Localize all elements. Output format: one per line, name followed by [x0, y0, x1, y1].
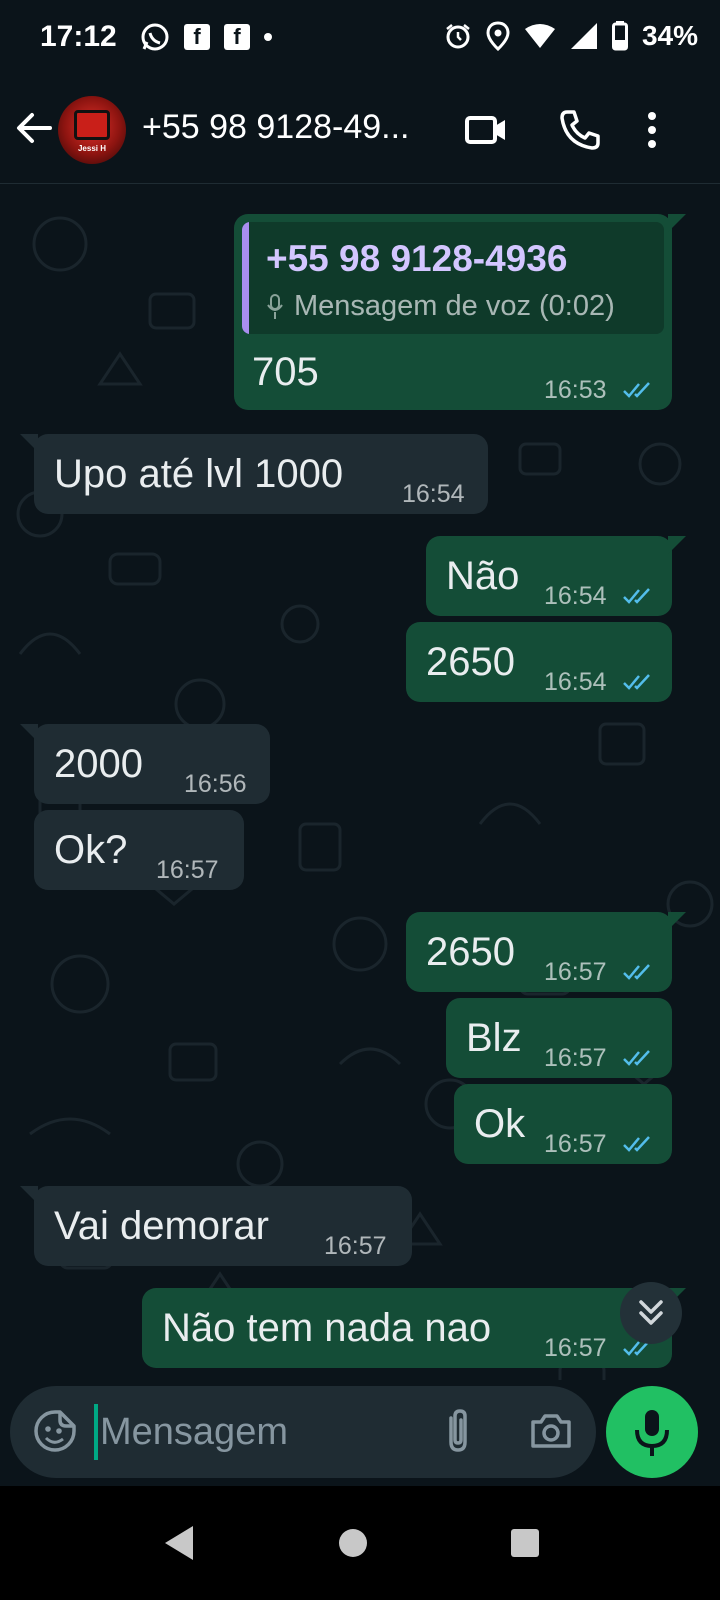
message-bubble-incoming[interactable]: Ok? 16:57	[34, 810, 244, 890]
message-bubble-outgoing[interactable]: Ok 16:57	[454, 1084, 672, 1164]
message-text: Não	[446, 554, 520, 598]
message-text: 2000	[54, 742, 143, 786]
message-bubble-incoming[interactable]: Upo até lvl 1000 16:54	[20, 434, 488, 514]
nav-back-icon[interactable]	[145, 1508, 215, 1578]
dot-icon	[264, 33, 272, 41]
quoted-message[interactable]: +55 98 9128-4936 Mensagem de voz (0:02)	[242, 222, 664, 334]
quote-accent-bar	[242, 222, 249, 334]
more-vert-icon[interactable]	[640, 108, 664, 152]
message-text: Ok?	[54, 828, 128, 872]
video-call-icon[interactable]	[464, 108, 508, 152]
message-time: 16:57	[544, 1044, 607, 1072]
message-time: 16:54	[544, 582, 607, 610]
message-text: Ok	[474, 1102, 526, 1146]
message-text: Vai demorar	[54, 1204, 269, 1248]
message-bubble-outgoing[interactable]: Blz 16:57	[446, 998, 672, 1078]
message-text: Blz	[466, 1016, 522, 1060]
message-list[interactable]: +55 98 9128-4936 Mensagem de voz (0:02) …	[0, 184, 720, 1380]
status-bar: 17:12 f f 34%	[0, 0, 720, 78]
back-arrow-icon[interactable]	[14, 108, 54, 148]
scroll-to-bottom-button[interactable]	[620, 1282, 682, 1344]
read-ticks-icon	[623, 382, 650, 398]
facebook-icon: f	[224, 24, 250, 50]
location-icon	[486, 21, 510, 51]
message-text: 2650	[426, 930, 515, 974]
double-chevron-down-icon	[639, 1300, 663, 1325]
message-bubble-incoming[interactable]: Vai demorar 16:57	[20, 1186, 412, 1266]
message-text: Upo até lvl 1000	[54, 452, 344, 496]
alarm-icon	[446, 24, 470, 49]
message-time: 16:54	[402, 480, 465, 508]
message-time: 16:53	[544, 376, 607, 404]
nav-home-icon[interactable]	[318, 1508, 388, 1578]
system-icons: 34%	[444, 20, 698, 52]
message-composer	[10, 1386, 596, 1478]
mic-icon	[267, 293, 283, 319]
text-caret	[94, 1404, 98, 1460]
message-bubble-outgoing[interactable]: 2650 16:57	[406, 912, 686, 992]
message-time: 16:57	[544, 1334, 607, 1362]
message-time: 16:57	[324, 1232, 387, 1260]
read-ticks-icon	[623, 674, 650, 690]
battery-percent: 34%	[641, 20, 698, 51]
whatsapp-icon	[141, 23, 169, 51]
message-text: 705	[252, 350, 319, 394]
emoji-sticker-icon[interactable]	[32, 1408, 78, 1454]
read-ticks-icon	[623, 964, 650, 980]
read-ticks-icon	[623, 588, 650, 604]
message-text: Não tem nada nao	[162, 1306, 492, 1350]
message-bubble-outgoing[interactable]: 2650 16:54	[406, 622, 672, 702]
status-time: 17:12	[40, 20, 117, 53]
mic-icon	[635, 1410, 669, 1456]
system-nav-bar	[0, 1486, 720, 1600]
wifi-icon	[524, 24, 555, 48]
message-bubble-incoming[interactable]: 2000 16:56	[20, 724, 270, 804]
quote-text: Mensagem de voz (0:02)	[294, 290, 615, 322]
message-time: 16:56	[184, 770, 247, 798]
message-bubble-outgoing[interactable]: Não tem nada nao 16:57	[142, 1288, 686, 1368]
avatar-tag: Jessi H	[77, 144, 107, 153]
avatar-emblem	[74, 110, 110, 140]
message-bubble-outgoing[interactable]: +55 98 9128-4936 Mensagem de voz (0:02) …	[234, 214, 686, 410]
avatar[interactable]: Jessi H	[58, 96, 126, 164]
signal-icon	[570, 23, 597, 49]
message-bubble-outgoing[interactable]: Não 16:54	[426, 536, 686, 616]
message-text: 2650	[426, 640, 515, 684]
read-ticks-icon	[623, 1136, 650, 1152]
message-time: 16:57	[544, 1130, 607, 1158]
attach-icon[interactable]	[438, 1408, 478, 1456]
contact-name[interactable]: +55 98 9128-49...	[142, 108, 410, 147]
message-time: 16:57	[156, 856, 219, 884]
read-ticks-icon	[623, 1050, 650, 1066]
quote-sender: +55 98 9128-4936	[266, 238, 568, 279]
facebook-icon: f	[184, 24, 210, 50]
voice-record-button[interactable]	[606, 1386, 698, 1478]
notification-icons: f f	[140, 22, 272, 52]
nav-recents-icon[interactable]	[490, 1508, 560, 1578]
composer-bar	[0, 1380, 720, 1486]
message-input[interactable]	[100, 1402, 430, 1462]
chat-header: Jessi H +55 98 9128-49...	[0, 78, 720, 184]
battery-icon	[611, 21, 628, 51]
camera-icon[interactable]	[528, 1408, 574, 1454]
message-time: 16:54	[544, 668, 607, 696]
phone-icon[interactable]	[558, 108, 602, 152]
message-time: 16:57	[544, 958, 607, 986]
